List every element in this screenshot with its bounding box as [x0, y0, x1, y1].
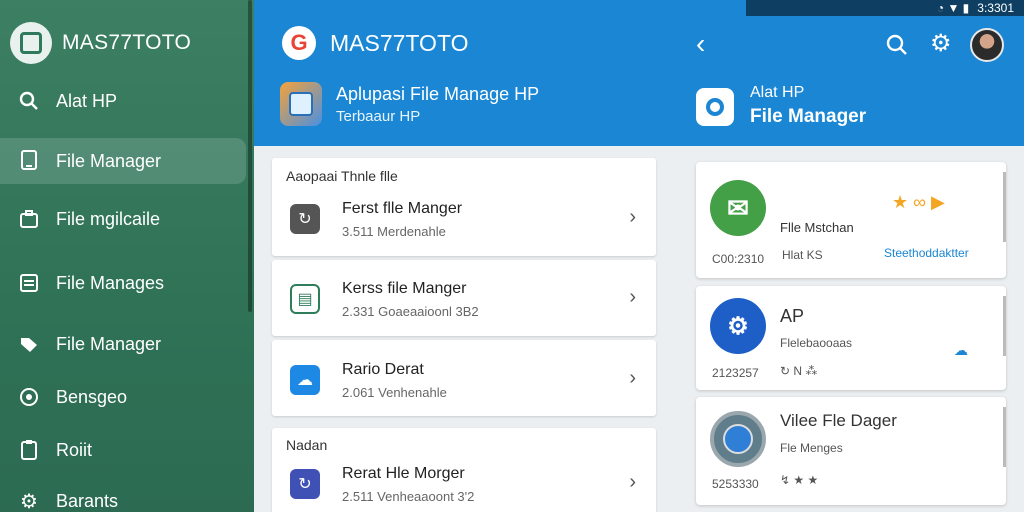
cloud-icon[interactable]: ☁: [954, 342, 968, 359]
sidebar-item-alat-hp[interactable]: Alat HP: [0, 78, 246, 124]
app-card-title: Vilee Fle Dager: [780, 411, 897, 430]
list-item[interactable]: ▤ Kerss file Manger 2.331 Goaeaaioonl 3B…: [272, 264, 656, 332]
app-card[interactable]: ⚙ AP Flelebaooaas 2123257 ↻ N ⁂ ☁: [696, 286, 1006, 390]
gear-icon: ⚙: [20, 490, 38, 512]
app-card-code: 5253330: [712, 477, 759, 491]
google-logo-icon: G: [282, 26, 316, 60]
file-manager-app-icon[interactable]: [280, 82, 322, 126]
card-scrollbar[interactable]: [1003, 296, 1006, 356]
back-icon[interactable]: ‹: [696, 30, 705, 58]
app-card-meta: Hlat KS: [782, 248, 823, 262]
avatar[interactable]: [970, 28, 1004, 62]
card-scrollbar[interactable]: [1003, 407, 1006, 467]
app-card-code: C00:2310: [712, 252, 765, 266]
refresh-icon: ↻: [290, 469, 320, 499]
sidebar-item-bensgeo[interactable]: Bensgeo: [0, 374, 246, 420]
settings-icon: ⚙: [710, 298, 766, 354]
sidebar-scrollbar[interactable]: [248, 0, 252, 312]
sidebar-item-label: Alat HP: [56, 90, 118, 111]
sidebar-item-roiit[interactable]: Roiit: [0, 427, 246, 473]
status-time: 3:3301: [977, 1, 1014, 15]
brand-title: MAS77TOTO: [62, 31, 192, 54]
sidebar-item-label: Bensgeo: [56, 386, 128, 407]
clipboard-icon: [18, 439, 40, 461]
watch-icon: [710, 411, 766, 467]
list-item-title: Kerss file Manger: [342, 280, 467, 297]
sidebar-item-label: File Manager: [56, 150, 162, 171]
page-title: MAS77TOTO: [330, 30, 469, 56]
right-app-subtitle: File Manager: [750, 106, 867, 127]
app-card-title: Flle Mstchan: [780, 220, 854, 235]
app-subtitle: Terbaaur HP: [336, 108, 421, 125]
phone-icon: [18, 150, 40, 172]
brand-logo-icon: [10, 22, 52, 64]
app-card-subtitle: Flelebaooaas: [780, 336, 853, 350]
right-app-title: Alat HP: [750, 84, 805, 101]
search-icon: [18, 90, 40, 112]
list-item-meta: 2.511 Venheaaoont 3'2: [342, 489, 475, 504]
sidebar-item-file-mgilcaile[interactable]: File mgilcaile: [0, 196, 246, 242]
settings-gear-icon[interactable]: ⚙: [930, 32, 952, 56]
app-card[interactable]: Vilee Fle Dager Fle Menges 5253330 ↯ ★ ★: [696, 397, 1006, 505]
sidebar-item-label: File mgilcaile: [56, 208, 161, 229]
folder-icon: ▤: [290, 284, 320, 314]
section-label: Aaopaai Thnle flle: [286, 168, 398, 184]
app-card-title: AP: [780, 306, 805, 326]
chevron-right-icon: ›: [629, 367, 636, 389]
list-item[interactable]: ☁ Rario Derat 2.061 Venhenahle ›: [272, 345, 656, 413]
card-scrollbar[interactable]: [1003, 172, 1006, 242]
document-icon: [18, 272, 40, 294]
app-card-meta: ↻ N ⁂: [780, 364, 818, 378]
sidebar-item-file-manages[interactable]: File Manages: [0, 260, 246, 306]
sidebar-item-barants[interactable]: ⚙ Barants: [0, 478, 246, 512]
list-item[interactable]: ↻ Ferst flle Manger 3.511 Merdenahle ›: [272, 184, 656, 252]
cloud-icon: ☁: [290, 365, 320, 395]
sidebar-item-label: File Manager: [56, 333, 162, 354]
list-item-title: Ferst flle Manger: [342, 200, 463, 217]
search-icon[interactable]: [886, 34, 908, 56]
app-card-subtitle: Fle Menges: [780, 441, 843, 455]
list-item-meta: 2.331 Goaeaaioonl 3B2: [342, 304, 479, 319]
sidebar-brand[interactable]: MAS77TOTO: [10, 22, 191, 64]
app-card-code: 2123257: [712, 366, 759, 380]
app-card-link[interactable]: Steethoddaktter: [884, 246, 969, 260]
rating-icons: ★ ∞ ▶: [892, 192, 945, 212]
mail-icon: ✉: [710, 180, 766, 236]
sidebar-item-file-manager-2[interactable]: File Manager: [0, 321, 246, 367]
chevron-right-icon: ›: [629, 471, 636, 493]
chevron-right-icon: ›: [629, 206, 636, 228]
sidebar-item-label: Barants: [56, 490, 119, 511]
list-item[interactable]: ↻ Rerat Hle Morger 2.511 Venheaaoont 3'2…: [272, 449, 656, 512]
sidebar: MAS77TOTO Alat HP File Manager File mgil…: [0, 0, 254, 512]
status-bar: ◔ ▼ ▮ 3:3301: [746, 0, 1024, 16]
refresh-icon: ↻: [290, 204, 320, 234]
tag-icon: [18, 333, 40, 355]
sidebar-item-label: File Manages: [56, 272, 165, 293]
circle-icon: [18, 386, 40, 408]
signal-icons: ◔ ▼ ▮: [936, 1, 970, 15]
app-card-meta: ↯ ★ ★: [780, 473, 819, 487]
briefcase-icon: [18, 208, 40, 230]
list-item-meta: 2.061 Venhenahle: [342, 385, 447, 400]
sidebar-item-file-manager[interactable]: File Manager: [0, 138, 246, 184]
app-card[interactable]: ✉ Flle Mstchan ★ ∞ ▶ C00:2310 Hlat KS St…: [696, 162, 1006, 278]
list-item-title: Rerat Hle Morger: [342, 465, 465, 482]
header: ◔ ▼ ▮ 3:3301 G MAS77TOTO ‹ ⚙ Aplupasi Fi…: [254, 0, 1024, 146]
list-item-meta: 3.511 Merdenahle: [342, 224, 446, 239]
list-item-title: Rario Derat: [342, 361, 424, 378]
sidebar-item-label: Roiit: [56, 439, 93, 460]
chevron-right-icon: ›: [629, 286, 636, 308]
app-title: Aplupasi File Manage HP: [336, 84, 540, 104]
alat-hp-app-icon[interactable]: [696, 88, 734, 126]
